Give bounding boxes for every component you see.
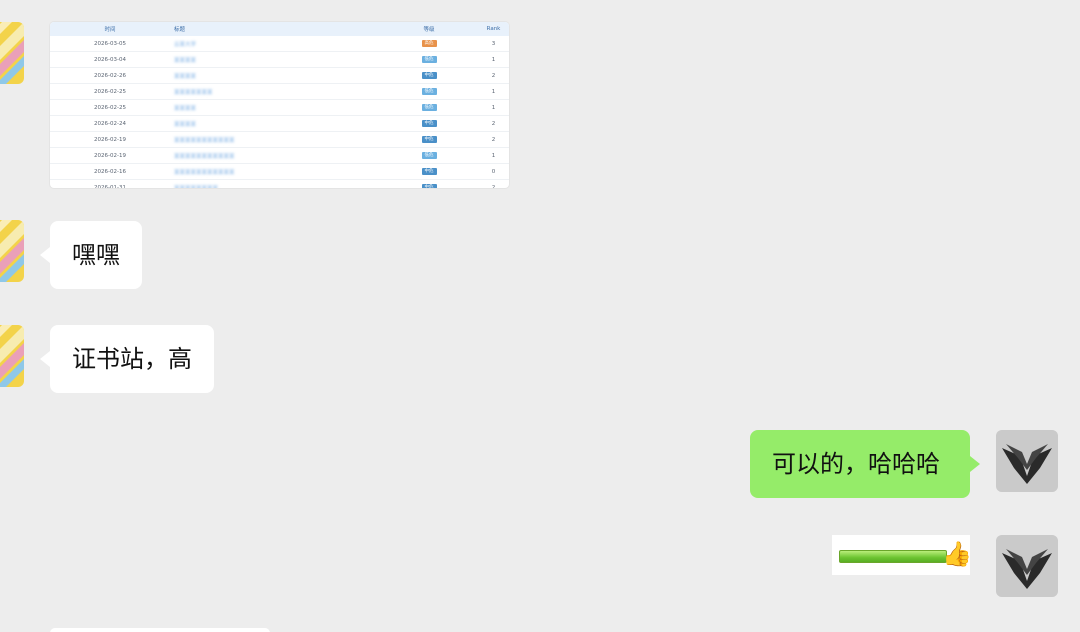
next-message-partial [50,628,270,632]
level-badge: 低危 [421,56,437,63]
row-title: 某某某某某某某某 [170,179,384,189]
row-date: 2026-02-24 [50,115,170,132]
row-date: 2026-02-19 [50,147,170,164]
row-title: 某某某某某某某某某某某 [170,163,384,180]
row-title: 云某大学 [170,36,384,52]
row-title: 某某某某 [170,67,384,84]
table-row: 2026-02-25 某某某某某某某 低危 1 [50,83,509,100]
row-title: 某某某某某某某 [170,83,384,100]
level-badge: 中危 [421,136,437,143]
row-date: 2026-02-26 [50,67,170,84]
row-date: 2026-03-04 [50,51,170,68]
header-rank: Rank [486,26,501,32]
row-date: 2026-02-19 [50,131,170,148]
table-row: 2026-03-04 某某某某 低危 1 [50,51,509,68]
row-title: 某某某某某某某某某某某 [170,131,384,148]
row-level: 低危 [384,147,474,164]
row-title: 某某某某某某某某某某某 [170,147,384,164]
row-title-link[interactable]: 某某某某 [174,58,196,64]
row-date: 2026-03-05 [50,36,170,52]
row-date: 2026-02-25 [50,83,170,100]
row-title-link[interactable]: 某某某某 [174,74,196,80]
level-badge: 低危 [421,88,437,95]
table-row: 2026-02-19 某某某某某某某某某某某 中危 2 [50,131,509,148]
contact-avatar[interactable] [0,220,24,282]
row-level: 中危 [384,131,474,148]
level-badge: 中危 [421,72,437,79]
row-title: 某某某某 [170,99,384,116]
header-time: 时间 [104,27,116,33]
header-level: 等级 [423,27,435,33]
row-rank: 3 [474,36,509,52]
level-badge: 低危 [421,152,437,159]
row-level: 低危 [384,99,474,116]
self-avatar[interactable] [996,535,1058,597]
incoming-message-bubble[interactable]: 证书站，高 [40,325,214,393]
row-level: 中危 [384,115,474,132]
self-avatar[interactable] [996,430,1058,492]
level-badge: 中危 [421,184,437,188]
level-badge: 中危 [421,168,437,175]
row-title-link[interactable]: 某某某某某某某某某某某 [174,138,235,144]
row-rank: 0 [474,163,509,180]
row-rank: 1 [474,51,509,68]
table-row: 2026-02-25 某某某某 低危 1 [50,99,509,116]
row-date: 2026-02-25 [50,99,170,116]
level-badge: 高危 [421,40,437,47]
row-title-link[interactable]: 某某某某 [174,122,196,128]
row-rank: 1 [474,147,509,164]
row-title-link[interactable]: 某某某某某某某某某某某 [174,154,235,160]
row-title-link[interactable]: 某某某某某某某 [174,90,213,96]
screenshot-image-message[interactable]: 时间 标题 等级 Rank 2026-03-05 云某大学 高危 3 2026-03-0… [50,22,509,188]
chat-window: 时间 标题 等级 Rank 2026-03-05 云某大学 高危 3 2026-03-0… [0,0,1080,632]
row-level: 中危 [384,179,474,188]
table-row: 2026-02-26 某某某某 中危 2 [50,67,509,84]
row-title-link[interactable]: 某某某某 [174,106,196,112]
row-rank: 2 [474,67,509,84]
thumbs-up-icon: 👍 [942,540,972,568]
row-rank: 2 [474,179,509,188]
contact-avatar[interactable] [0,325,24,387]
row-rank: 2 [474,131,509,148]
row-level: 高危 [384,36,474,52]
row-level: 中危 [384,67,474,84]
row-rank: 2 [474,115,509,132]
thumbs-up-sticker[interactable]: 👍 [832,535,972,575]
table-header-row: 时间 标题 等级 Rank [50,22,509,36]
row-rank: 1 [474,83,509,100]
header-title: 标题 [174,27,186,33]
row-rank: 1 [474,99,509,116]
table-row: 2026-02-16 某某某某某某某某某某某 中危 0 [50,163,509,180]
row-date: 2026-01-31 [50,179,170,188]
row-title-link[interactable]: 某某某某某某某某某某某 [174,170,235,176]
incoming-message-bubble[interactable]: 嘿嘿 [40,221,142,289]
vulnerability-table: 时间 标题 等级 Rank 2026-03-05 云某大学 高危 3 2026-03-0… [50,22,509,188]
row-title: 某某某某 [170,51,384,68]
table-row: 2026-02-24 某某某某 中危 2 [50,115,509,132]
row-title-link[interactable]: 某某某某某某某某 [174,186,218,189]
level-badge: 低危 [421,104,437,111]
contact-avatar[interactable] [0,22,24,84]
level-badge: 中危 [421,120,437,127]
table-row: 2026-02-19 某某某某某某某某某某某 低危 1 [50,147,509,164]
table-row: 2026-03-05 云某大学 高危 3 [50,36,509,52]
row-level: 低危 [384,83,474,100]
row-level: 低危 [384,51,474,68]
outgoing-message-bubble[interactable]: 可以的，哈哈哈 [750,430,980,498]
table-row: 2026-01-31 某某某某某某某某 中危 2 [50,179,509,189]
row-level: 中危 [384,163,474,180]
row-title: 某某某某 [170,115,384,132]
row-date: 2026-02-16 [50,163,170,180]
progress-bar-decoration [839,550,947,563]
row-title-link[interactable]: 云某大学 [174,42,196,48]
